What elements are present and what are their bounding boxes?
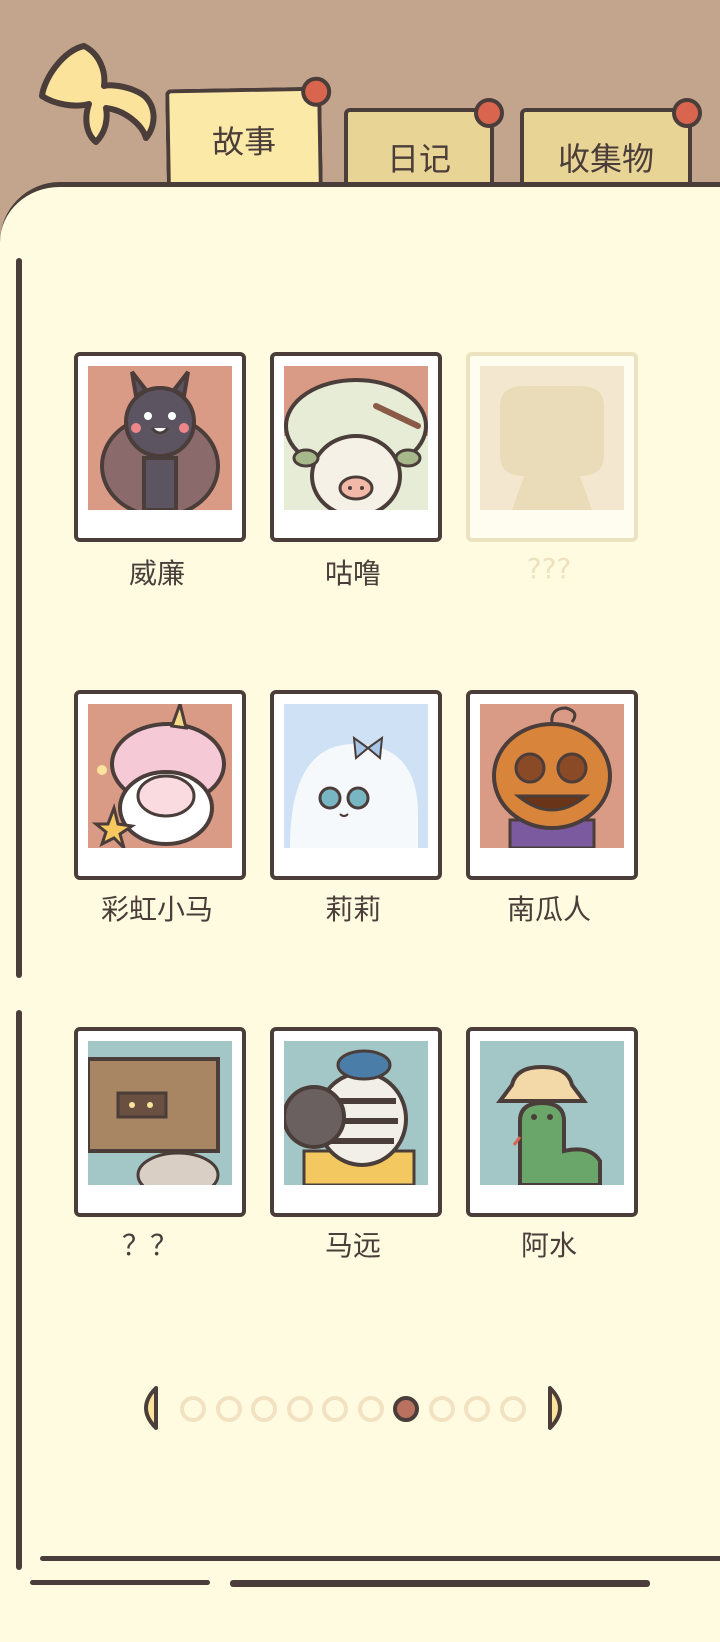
prev-page-button[interactable] (134, 1384, 160, 1432)
box-head-portrait (88, 1041, 232, 1185)
page-dot[interactable] (251, 1396, 277, 1422)
character-name: 阿水 (520, 1229, 577, 1262)
character-card-locked[interactable] (466, 352, 638, 542)
page-dot[interactable] (464, 1396, 490, 1422)
book-spine-line (16, 1010, 22, 1570)
locked-silhouette (480, 366, 624, 510)
lily-portrait (284, 704, 428, 848)
book-bottom-edge (230, 1580, 650, 1587)
tab-story[interactable]: 故事 (165, 76, 332, 190)
pin-icon (672, 98, 702, 128)
character-card-rainbow-pony[interactable] (74, 690, 246, 880)
page-dot[interactable] (428, 1396, 455, 1422)
character-card-lily[interactable] (270, 690, 442, 880)
a-shui-portrait (480, 1041, 624, 1185)
tab-story-label: 故事 (211, 122, 277, 162)
pin-icon (300, 76, 332, 107)
tab-collectibles-label: 收集物 (557, 140, 654, 178)
page-dot[interactable] (286, 1396, 313, 1422)
character-name: ??? (526, 552, 572, 585)
page-dot[interactable] (393, 1396, 419, 1422)
character-name: 彩虹小马 (100, 893, 213, 926)
character-card-ma-yuan[interactable] (270, 1027, 442, 1217)
back-button[interactable] (34, 38, 164, 158)
page-dot[interactable] (499, 1396, 526, 1422)
character-card-william[interactable] (74, 352, 246, 542)
next-page-button[interactable] (546, 1384, 572, 1432)
character-name: 威廉 (128, 557, 185, 590)
page-dot[interactable] (322, 1396, 348, 1422)
chevron-right-icon (548, 1386, 562, 1430)
character-name: ？？ (121, 1229, 178, 1262)
william-portrait (88, 366, 232, 510)
chevron-left-icon (144, 1386, 158, 1430)
page-dot[interactable] (357, 1396, 384, 1422)
rainbow-pony-portrait (88, 704, 232, 848)
character-name: 咕噜 (324, 557, 381, 590)
pumpkin-man-portrait (480, 704, 624, 848)
tab-diary[interactable]: 日记 (344, 98, 504, 184)
pin-icon (474, 98, 504, 128)
tab-diary-label: 日记 (386, 140, 451, 178)
character-name: 南瓜人 (506, 893, 591, 926)
book-bottom-edge (30, 1580, 210, 1585)
character-card-a-shui[interactable] (466, 1027, 638, 1217)
page-dot[interactable] (180, 1396, 206, 1422)
tab-collectibles[interactable]: 收集物 (520, 98, 702, 184)
ma-yuan-portrait (284, 1041, 428, 1185)
character-name: 马远 (324, 1229, 381, 1262)
book-bottom-edge (40, 1556, 720, 1561)
gulu-portrait (284, 366, 428, 510)
character-card-box-head[interactable] (74, 1027, 246, 1217)
character-name: 莉莉 (324, 893, 381, 926)
character-card-pumpkin-man[interactable] (466, 690, 638, 880)
character-card-gulu[interactable] (270, 352, 442, 542)
page-dot[interactable] (215, 1396, 242, 1422)
back-arrow-icon (39, 43, 157, 145)
book-spine-line (16, 258, 22, 978)
